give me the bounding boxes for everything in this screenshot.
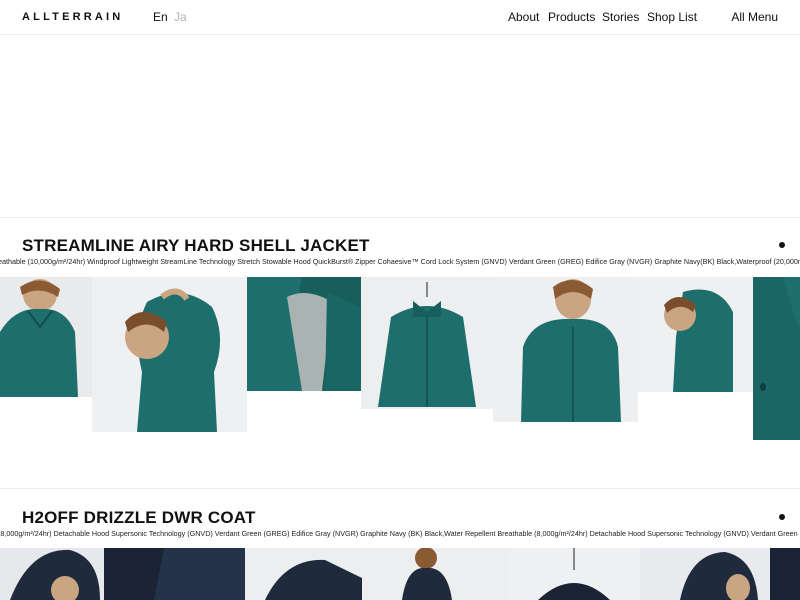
product-photo[interactable] [245, 548, 362, 600]
lang-ja-link[interactable]: Ja [174, 10, 187, 24]
product-photo[interactable] [92, 277, 247, 432]
product-photo[interactable] [104, 548, 245, 600]
nav-products[interactable]: Products [548, 10, 595, 24]
product-photo[interactable] [638, 277, 753, 392]
language-switcher: En Ja [153, 10, 187, 24]
product-photo[interactable] [508, 548, 640, 600]
carousel-dot-indicator[interactable] [779, 514, 785, 520]
product-photo[interactable] [770, 548, 800, 600]
product-photo[interactable] [0, 548, 104, 600]
all-menu-button[interactable]: All Menu [731, 10, 778, 24]
section-divider [0, 217, 800, 218]
ticker-text: (8,000g/m²/24hr) Detachable Hood Superso… [0, 529, 800, 538]
carousel-dot-indicator[interactable] [779, 242, 785, 248]
section-divider [0, 488, 800, 489]
site-header: ALLTERRAIN En Ja About Products Stories … [0, 0, 800, 35]
product-photo[interactable] [247, 277, 361, 391]
ticker-text: eathable (10,000g/m²/24hr) Windproof Lig… [0, 257, 800, 266]
nav-shop-list[interactable]: Shop List [647, 10, 697, 24]
product-features-ticker: (8,000g/m²/24hr) Detachable Hood Superso… [0, 528, 800, 540]
lang-en-link[interactable]: En [153, 10, 168, 24]
product-photo[interactable] [753, 277, 800, 440]
product-title[interactable]: STREAMLINE AIRY HARD SHELL JACKET [22, 236, 370, 256]
product-photo[interactable] [362, 548, 508, 600]
product-features-ticker: eathable (10,000g/m²/24hr) Windproof Lig… [0, 256, 800, 268]
product-photo[interactable] [640, 548, 770, 600]
product-photo[interactable] [361, 277, 493, 409]
nav-about[interactable]: About [508, 10, 539, 24]
product-photo[interactable] [493, 277, 638, 422]
nav-stories[interactable]: Stories [602, 10, 639, 24]
product-photo[interactable] [0, 277, 92, 397]
brand-logo[interactable]: ALLTERRAIN [22, 11, 123, 23]
product-title[interactable]: H2OFF DRIZZLE DWR COAT [22, 508, 256, 528]
